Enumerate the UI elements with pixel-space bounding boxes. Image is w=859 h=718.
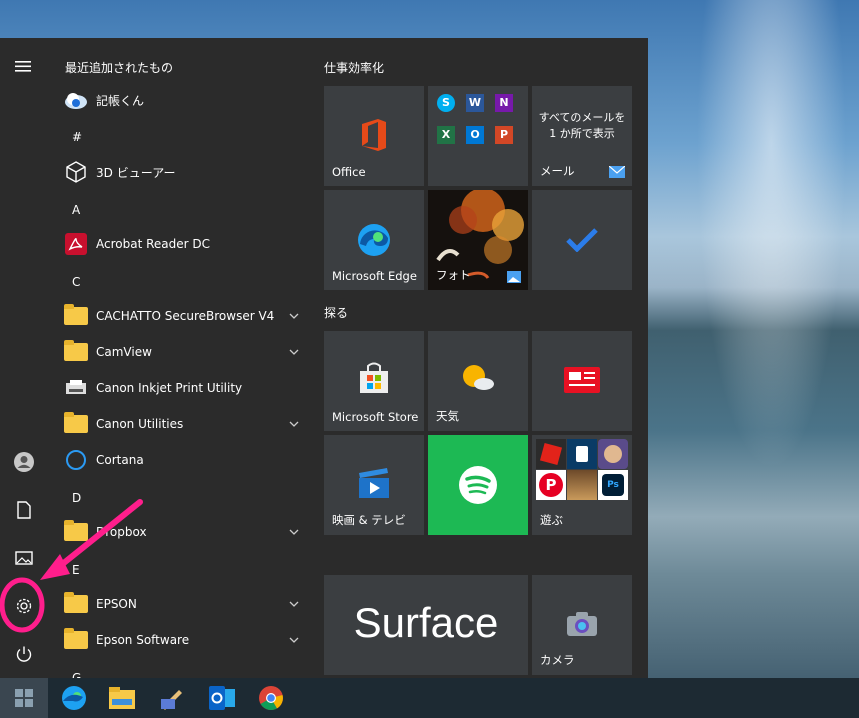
folder-icon: [64, 340, 88, 361]
chevron-down-icon[interactable]: [288, 598, 300, 610]
pinterest-icon: P: [536, 470, 566, 500]
tile-store[interactable]: Microsoft Store: [324, 331, 424, 431]
windows-logo-icon: [15, 689, 33, 707]
app-cachatto[interactable]: CACHATTO SecureBrowser V4: [48, 298, 310, 334]
chevron-down-icon[interactable]: [288, 418, 300, 430]
taskbar-kichou[interactable]: [148, 678, 196, 718]
app-camview[interactable]: CamView: [48, 334, 310, 370]
surface-logo-text: Surface: [353, 599, 499, 646]
game-town-icon: [567, 470, 597, 500]
game-character-icon: [598, 439, 628, 469]
taskbar-chrome[interactable]: [247, 678, 295, 718]
hamburger-menu-icon[interactable]: [0, 44, 48, 88]
app-acrobat[interactable]: Acrobat Reader DC: [48, 226, 310, 262]
chevron-down-icon[interactable]: [288, 634, 300, 646]
app-canon-inkjet[interactable]: Canon Inkjet Print Utility: [48, 370, 310, 406]
tile-camera[interactable]: カメラ: [532, 575, 632, 675]
news-icon: [564, 367, 600, 393]
letter-header[interactable]: C: [72, 275, 80, 289]
photos-app-icon: [507, 271, 521, 283]
start-button[interactable]: [0, 678, 48, 718]
powerpoint-icon: P: [495, 126, 513, 144]
edge-icon: [62, 686, 86, 710]
group-heading-productivity[interactable]: 仕事効率化: [324, 59, 384, 76]
chevron-down-icon[interactable]: [288, 346, 300, 358]
taskbar: [0, 678, 859, 718]
app-3d-viewer[interactable]: 3D ビューアー: [48, 154, 310, 190]
app-kichou[interactable]: 記帳くん: [48, 82, 310, 118]
chrome-icon: [259, 686, 283, 711]
tile-spotify[interactable]: [428, 435, 528, 535]
acrobat-icon: [63, 232, 89, 256]
edge-icon: [358, 224, 390, 256]
store-icon: [360, 362, 388, 393]
photoshop-express-icon: Ps: [598, 470, 628, 500]
tile-weather[interactable]: 天気: [428, 331, 528, 431]
app-canon-utilities[interactable]: Canon Utilities: [48, 406, 310, 442]
group-heading-explore[interactable]: 探る: [324, 304, 348, 321]
tile-office-apps[interactable]: S W N X O P: [428, 86, 528, 186]
mail-icon: [609, 166, 625, 178]
canon-print-icon: [63, 376, 89, 400]
mail-tile-text: すべてのメールを 1 か所で表示: [538, 111, 626, 140]
tile-movies-tv[interactable]: 映画 & テレビ: [324, 435, 424, 535]
camera-icon: [567, 612, 597, 636]
office-icon: [362, 119, 386, 151]
todo-check-icon: [566, 228, 598, 252]
app-cortana[interactable]: Cortana: [48, 442, 310, 478]
chevron-down-icon[interactable]: [288, 526, 300, 538]
tile-todo[interactable]: [532, 190, 632, 290]
chevron-down-icon[interactable]: [288, 310, 300, 322]
tile-play-folder[interactable]: P Ps 遊ぶ: [532, 435, 632, 535]
skype-icon: S: [437, 94, 455, 112]
folder-icon: [64, 412, 88, 433]
tile-mail[interactable]: すべてのメールを 1 か所で表示 メール: [532, 86, 632, 186]
user-account-icon[interactable]: [0, 440, 48, 484]
roblox-icon: [536, 439, 566, 469]
3d-viewer-icon: [63, 160, 89, 184]
word-icon: W: [466, 94, 484, 112]
annotation-circle: [0, 577, 45, 633]
kichou-app-icon: [63, 88, 89, 112]
letter-header[interactable]: A: [72, 203, 80, 217]
letter-header[interactable]: G: [72, 671, 81, 678]
tile-edge[interactable]: Microsoft Edge: [324, 190, 424, 290]
taskbar-file-explorer[interactable]: [98, 678, 146, 718]
outlook-icon: O: [466, 126, 484, 144]
excel-icon: X: [437, 126, 455, 144]
folder-icon: [64, 304, 88, 325]
tile-area: 仕事効率化 Office S W N X O P すべてのメールを 1 か所で表…: [310, 38, 648, 678]
spotify-icon: [459, 466, 497, 504]
onenote-icon: N: [495, 94, 513, 112]
tile-news[interactable]: [532, 331, 632, 431]
cortana-icon: [63, 448, 89, 472]
file-explorer-icon: [109, 687, 135, 709]
recent-added-heading: 最近追加されたもの: [65, 61, 174, 75]
taskbar-outlook[interactable]: [198, 678, 246, 718]
taskbar-edge[interactable]: [50, 678, 98, 718]
tile-surface[interactable]: Surface: [324, 575, 528, 675]
movies-tv-icon: [359, 468, 389, 498]
solitaire-icon: [567, 439, 597, 469]
weather-icon: [463, 365, 494, 390]
kichou-taskbar-icon: [161, 690, 182, 710]
tile-photos[interactable]: フォト: [428, 190, 528, 290]
letter-header[interactable]: #: [72, 130, 82, 144]
outlook-icon: [209, 686, 235, 710]
tile-office[interactable]: Office: [324, 86, 424, 186]
